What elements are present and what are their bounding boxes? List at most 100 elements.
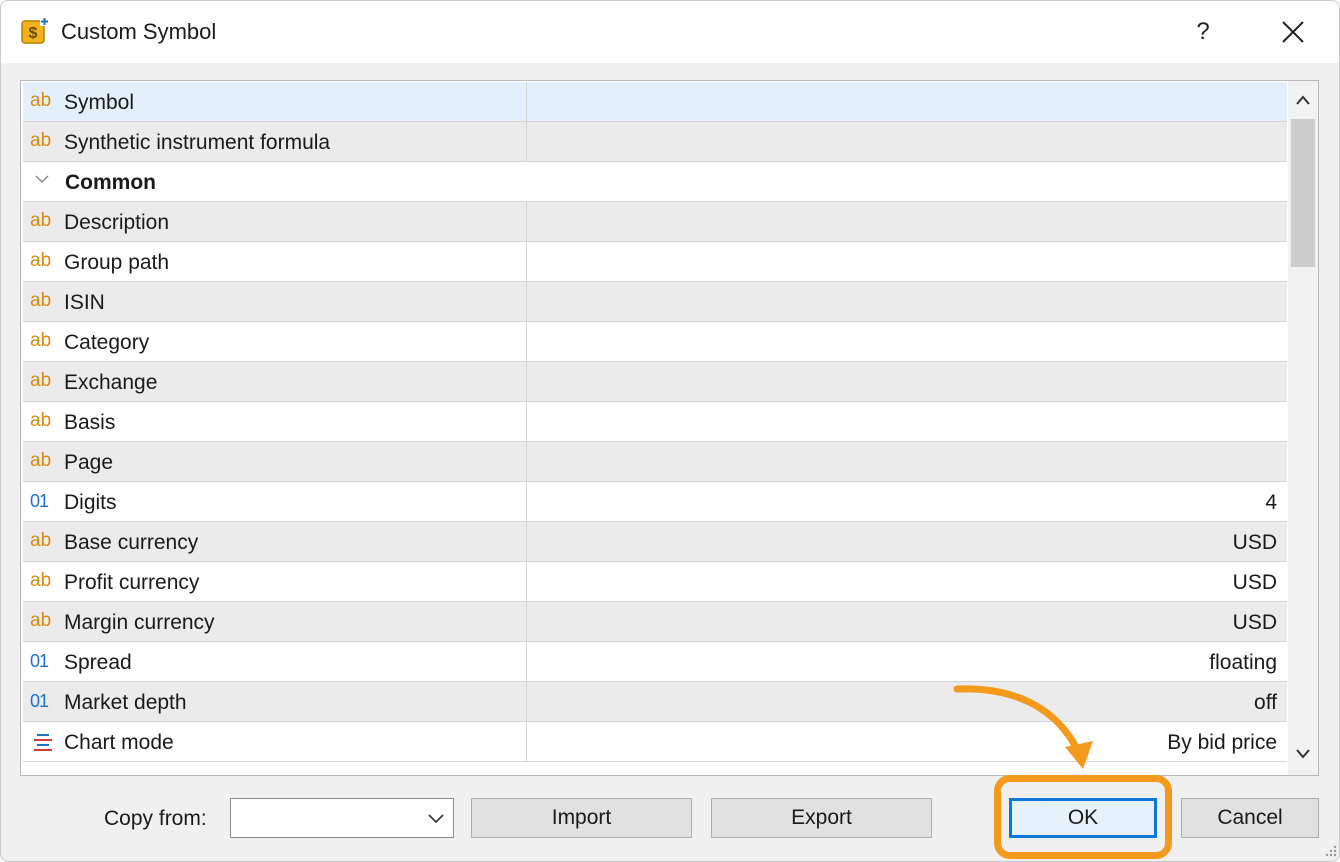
property-value-cell[interactable] — [527, 282, 1287, 321]
scroll-up-button[interactable] — [1288, 83, 1318, 117]
property-grid[interactable]: ab Symbol ab Synthetic instrument formula Co… — [20, 80, 1319, 776]
property-name-cell[interactable]: ab Base currency — [23, 522, 527, 561]
chevron-down-icon[interactable] — [35, 174, 49, 184]
cancel-button[interactable]: Cancel — [1181, 798, 1319, 838]
ok-button[interactable]: OK — [1009, 798, 1157, 838]
property-name: Page — [64, 451, 114, 474]
property-name-cell[interactable]: ab Basis — [23, 402, 527, 441]
property-row[interactable]: 01 Spread floating — [23, 642, 1287, 682]
property-value: 4 — [1265, 491, 1277, 514]
scroll-down-button[interactable] — [1288, 737, 1318, 771]
number-type-icon: 01 — [30, 691, 49, 711]
property-row[interactable]: ab Category — [23, 322, 1287, 362]
property-name: Exchange — [64, 371, 158, 394]
text-type-icon: ab — [30, 210, 52, 231]
property-name-cell[interactable]: ab Exchange — [23, 362, 527, 401]
property-row[interactable]: ab Symbol — [23, 82, 1287, 122]
property-row[interactable]: ab Synthetic instrument formula — [23, 122, 1287, 162]
text-type-icon: ab — [30, 410, 52, 431]
property-name: Category — [64, 331, 150, 354]
chevron-down-icon — [1296, 749, 1310, 759]
property-value: By bid price — [1167, 731, 1277, 754]
custom-symbol-dialog: $ Custom Symbol ? ab Symbol ab Synthetic in… — [0, 0, 1340, 862]
close-button[interactable] — [1269, 11, 1317, 53]
help-button[interactable]: ? — [1181, 11, 1225, 53]
text-type-icon: ab — [30, 330, 52, 351]
property-value-cell[interactable]: off — [527, 682, 1287, 721]
text-type-icon: ab — [30, 250, 52, 271]
property-value-cell[interactable] — [527, 202, 1287, 241]
property-row[interactable]: ab Base currency USD — [23, 522, 1287, 562]
property-row[interactable]: ab Margin currency USD — [23, 602, 1287, 642]
title-bar[interactable]: $ Custom Symbol ? — [1, 1, 1339, 63]
text-type-icon: ab — [30, 570, 52, 591]
property-name: Chart mode — [64, 731, 174, 754]
property-name-cell[interactable]: ab Synthetic instrument formula — [23, 122, 527, 161]
group-header-row[interactable]: Common — [23, 162, 1287, 202]
property-name: Group path — [64, 251, 170, 274]
property-name-cell[interactable]: 01 Spread — [23, 642, 527, 681]
property-name-cell[interactable]: 01 Market depth — [23, 682, 527, 721]
chevron-down-icon — [428, 814, 444, 824]
property-value-cell[interactable]: USD — [527, 602, 1287, 641]
property-value-cell[interactable] — [527, 362, 1287, 401]
window-title: Custom Symbol — [61, 19, 217, 44]
property-row[interactable]: ab Description — [23, 202, 1287, 242]
property-name-cell[interactable]: ab Margin currency — [23, 602, 527, 641]
property-row[interactable]: ab Exchange — [23, 362, 1287, 402]
text-type-icon: ab — [30, 290, 52, 311]
property-name: Spread — [64, 651, 132, 674]
property-value-cell[interactable]: By bid price — [527, 722, 1287, 761]
copy-from-select[interactable] — [230, 798, 454, 838]
property-value-cell[interactable]: USD — [527, 562, 1287, 601]
property-value-cell[interactable]: USD — [527, 522, 1287, 561]
property-value-cell[interactable]: floating — [527, 642, 1287, 681]
text-type-icon: ab — [30, 370, 52, 391]
property-value-cell[interactable] — [527, 442, 1287, 481]
property-value-cell[interactable] — [527, 242, 1287, 281]
property-value: USD — [1232, 611, 1277, 634]
property-value-cell[interactable] — [527, 322, 1287, 361]
property-name-cell[interactable]: ab Profit currency — [23, 562, 527, 601]
property-name-cell[interactable]: ab Symbol — [23, 82, 527, 121]
property-value-cell[interactable] — [527, 402, 1287, 441]
property-row[interactable]: ab Basis — [23, 402, 1287, 442]
property-row[interactable]: 01 Digits 4 — [23, 482, 1287, 522]
property-name-cell[interactable]: ab Group path — [23, 242, 527, 281]
close-icon — [1282, 21, 1304, 43]
property-row[interactable]: Chart mode By bid price — [23, 722, 1287, 762]
property-name-cell[interactable]: Chart mode — [23, 722, 527, 761]
property-value-cell[interactable]: 4 — [527, 482, 1287, 521]
text-type-icon: ab — [30, 530, 52, 551]
property-row[interactable]: ab Group path — [23, 242, 1287, 282]
export-button[interactable]: Export — [711, 798, 932, 838]
import-button[interactable]: Import — [471, 798, 692, 838]
property-name-cell[interactable]: ab ISIN — [23, 282, 527, 321]
property-value-cell[interactable] — [527, 122, 1287, 161]
number-type-icon: 01 — [30, 491, 49, 511]
property-row[interactable]: ab Profit currency USD — [23, 562, 1287, 602]
text-type-icon: ab — [30, 90, 52, 111]
property-row[interactable]: ab Page — [23, 442, 1287, 482]
number-type-icon: 01 — [30, 651, 49, 671]
property-row[interactable]: 01 Market depth off — [23, 682, 1287, 722]
svg-text:$: $ — [29, 25, 38, 42]
property-name: Description — [64, 211, 170, 234]
property-name: Profit currency — [64, 571, 200, 594]
property-row[interactable]: ab ISIN — [23, 282, 1287, 322]
scrollbar-thumb[interactable] — [1291, 119, 1315, 267]
property-name: Basis — [64, 411, 116, 434]
copy-from-label: Copy from: — [104, 807, 207, 830]
list-type-icon — [34, 734, 52, 751]
property-name-cell[interactable]: ab Page — [23, 442, 527, 481]
property-name-cell[interactable]: ab Category — [23, 322, 527, 361]
property-name-cell[interactable]: ab Description — [23, 202, 527, 241]
property-name: Symbol — [64, 91, 135, 114]
vertical-scrollbar[interactable] — [1288, 81, 1318, 775]
resize-grip-icon[interactable] — [1323, 843, 1337, 857]
property-value: floating — [1209, 651, 1277, 674]
property-name: Digits — [64, 491, 117, 514]
custom-symbol-dollar-icon: $ — [21, 17, 49, 44]
property-value-cell[interactable] — [527, 82, 1287, 121]
property-name-cell[interactable]: 01 Digits — [23, 482, 527, 521]
